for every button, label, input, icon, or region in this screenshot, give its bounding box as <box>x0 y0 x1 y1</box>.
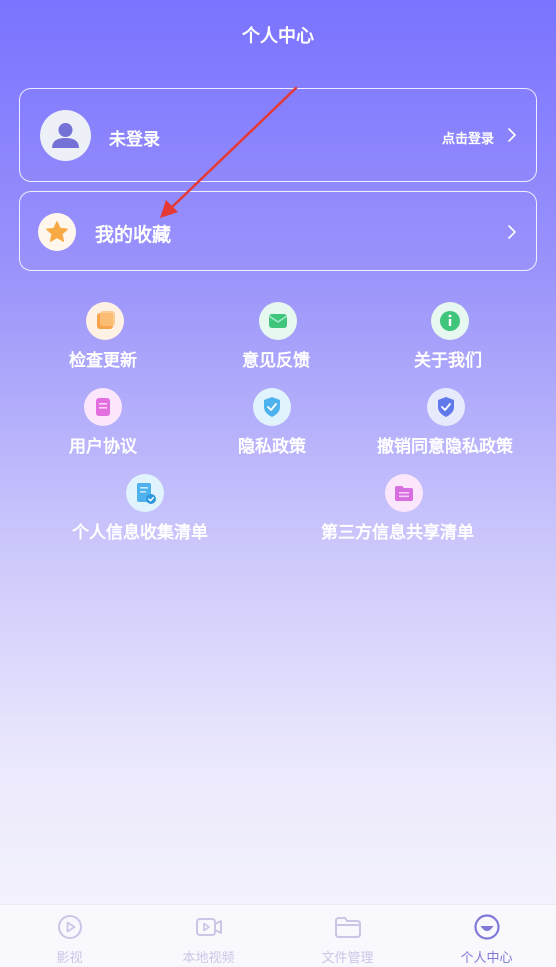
favorites-label: 我的收藏 <box>95 224 172 246</box>
privacy-policy-button[interactable]: 隐私政策 <box>228 386 318 457</box>
tab-profile-label: 个人中心 <box>460 951 513 966</box>
chevron-right-icon <box>508 225 516 239</box>
checklist-icon <box>126 474 164 512</box>
third-party-list-button[interactable]: 第三方信息共享清单 <box>318 472 493 543</box>
shield-check-icon <box>253 388 291 426</box>
info-icon <box>431 302 469 340</box>
personal-info-list-button[interactable]: 个人信息收集清单 <box>70 472 225 543</box>
user-agreement-label: 用户协议 <box>69 437 137 457</box>
feedback-button[interactable]: 意见反馈 <box>233 300 323 371</box>
about-us-button[interactable]: 关于我们 <box>405 300 495 371</box>
tab-file-manager[interactable]: 文件管理 <box>278 905 417 967</box>
folder-share-icon <box>385 474 423 512</box>
smiley-icon <box>474 914 500 940</box>
page-title: 个人中心 <box>242 26 314 47</box>
feedback-icon <box>259 302 297 340</box>
login-status-label: 未登录 <box>109 130 160 150</box>
privacy-policy-label: 隐私政策 <box>238 437 306 457</box>
login-link[interactable]: 点击登录 <box>442 128 494 147</box>
video-camera-icon <box>196 918 222 936</box>
star-icon <box>38 213 76 251</box>
feedback-label: 意见反馈 <box>242 351 310 371</box>
document-icon <box>84 388 122 426</box>
check-update-button[interactable]: 检查更新 <box>60 300 150 371</box>
tab-file-manager-label: 文件管理 <box>321 951 374 966</box>
tab-profile[interactable]: 个人中心 <box>417 905 556 967</box>
tab-movies[interactable]: 影视 <box>0 905 139 967</box>
folder-icon <box>335 917 361 938</box>
revoke-privacy-label: 撤销同意隐私政策 <box>377 437 513 457</box>
tab-local-video-label: 本地视频 <box>182 951 235 966</box>
favorites-card[interactable]: 我的收藏 <box>19 191 537 271</box>
chevron-right-icon <box>508 128 516 142</box>
tab-local-video[interactable]: 本地视频 <box>139 905 278 967</box>
about-us-label: 关于我们 <box>414 351 482 371</box>
shield-check-icon <box>427 388 465 426</box>
update-icon <box>86 302 124 340</box>
avatar-icon <box>40 110 91 161</box>
login-card[interactable]: 未登录 点击登录 <box>19 88 537 182</box>
revoke-privacy-button[interactable]: 撤销同意隐私政策 <box>375 386 520 457</box>
personal-info-list-label: 个人信息收集清单 <box>72 523 208 543</box>
play-circle-icon <box>58 915 82 939</box>
bottom-tab-bar: 影视 本地视频 文件管理 个人中心 <box>0 904 556 967</box>
user-agreement-button[interactable]: 用户协议 <box>60 386 150 457</box>
tab-movies-label: 影视 <box>56 951 83 966</box>
third-party-list-label: 第三方信息共享清单 <box>321 523 474 543</box>
check-update-label: 检查更新 <box>69 351 137 371</box>
